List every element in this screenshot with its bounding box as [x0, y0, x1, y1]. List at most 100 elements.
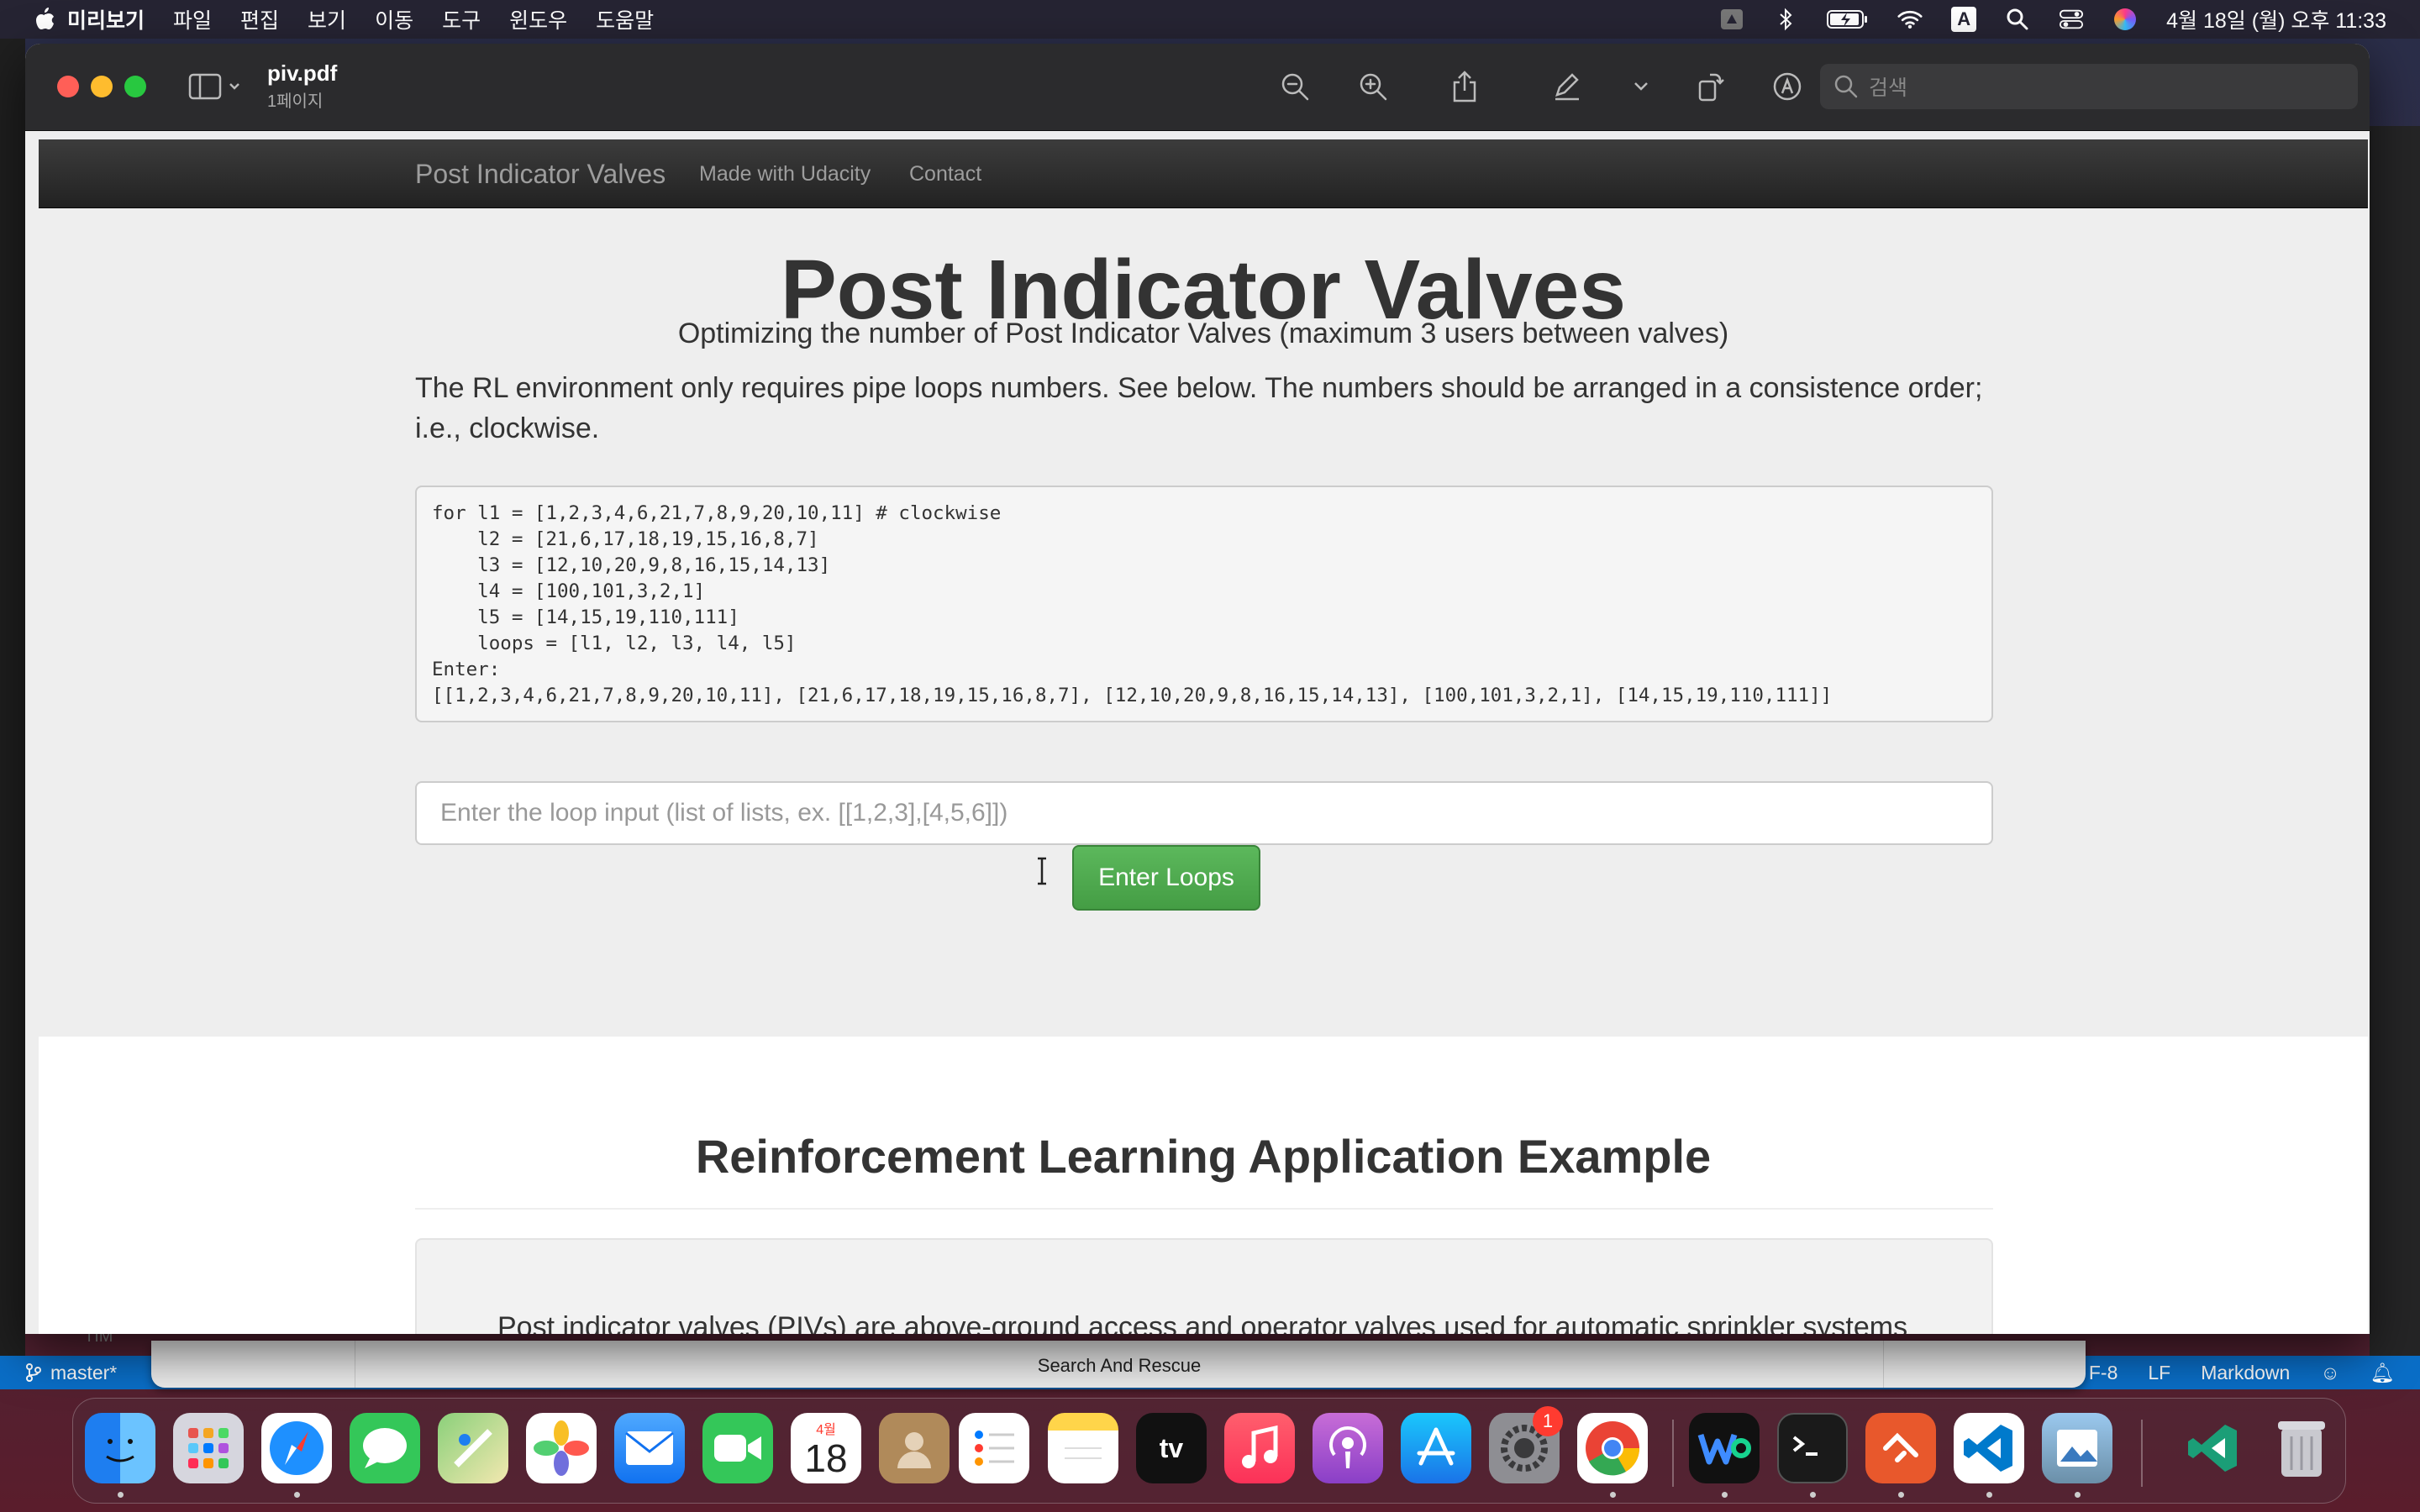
preview-window: piv.pdf 1페이지 검색 Post Indicator Valves Ma… — [25, 44, 2370, 1334]
zoom-button[interactable] — [124, 76, 146, 97]
messages-icon[interactable] — [350, 1413, 420, 1483]
reminders-icon[interactable] — [959, 1413, 1029, 1483]
language-mode-indicator[interactable]: Markdown — [2201, 1362, 2290, 1384]
section-heading: Reinforcement Learning Application Examp… — [695, 1130, 1712, 1183]
rl-example-section: Reinforcement Learning Application Examp… — [39, 1037, 2368, 1334]
trash-icon[interactable] — [2266, 1413, 2337, 1483]
calendar-day: 18 — [804, 1436, 848, 1480]
notifications-icon[interactable]: 🔔︎ — [2370, 1362, 2395, 1384]
search-icon — [1834, 75, 1858, 98]
line-ending-indicator[interactable]: LF — [2148, 1362, 2170, 1384]
zoom-out-icon[interactable] — [1276, 67, 1314, 106]
podcasts-icon[interactable] — [1313, 1413, 1383, 1483]
instructions-paragraph: The RL environment only requires pipe lo… — [415, 372, 1983, 444]
calendar-month: 4월 — [816, 1423, 836, 1437]
rotate-icon[interactable] — [1691, 67, 1729, 106]
markup-menu-chevron-icon[interactable] — [1630, 67, 1652, 106]
menu-app-name[interactable]: 미리보기 — [67, 4, 145, 34]
running-indicator-finder — [118, 1492, 124, 1498]
preview-icon[interactable] — [2042, 1413, 2112, 1483]
jumbotron: Post Indicator Valves Optimizing the num… — [39, 208, 2368, 1048]
menu-window[interactable]: 윈도우 — [509, 4, 567, 34]
code-example-block: for l1 = [1,2,3,4,6,21,7,8,9,20,10,11] #… — [415, 486, 1993, 722]
menu-view[interactable]: 보기 — [308, 4, 346, 34]
system-preferences-badge: 1 — [1533, 1406, 1563, 1436]
branch-name: master* — [50, 1361, 118, 1383]
webex-icon[interactable] — [1689, 1413, 1760, 1483]
description-well: Post indicator valves (PIVs) are above-g… — [415, 1238, 1993, 1334]
branch-indicator[interactable]: master* — [25, 1362, 117, 1384]
site-navbar: Post Indicator Valves Made with Udacity … — [39, 139, 2368, 208]
zoom-in-icon[interactable] — [1354, 67, 1392, 106]
chrome-icon[interactable] — [1577, 1413, 1648, 1483]
menubar-clock[interactable]: 4월 18일 (월) 오후 11:33 — [2166, 4, 2386, 34]
enter-loops-button[interactable]: Enter Loops — [1072, 845, 1260, 911]
running-indicator-safari — [294, 1492, 300, 1498]
search-field[interactable]: 검색 — [1820, 64, 2358, 109]
search-placeholder: 검색 — [1869, 76, 1908, 100]
app-store-icon[interactable] — [1401, 1413, 1471, 1483]
menu-bar: 미리보기 파일 편집 보기 이동 도구 윈도우 도움말 A 4월 18일 (월)… — [0, 0, 2420, 39]
vscode-icon[interactable] — [1954, 1413, 2024, 1483]
apple-tv-label: tv — [1159, 1432, 1184, 1463]
loop-input-field[interactable] — [415, 781, 1993, 845]
vscode-insiders-icon[interactable] — [2178, 1413, 2249, 1483]
wifi-icon[interactable] — [1897, 7, 1923, 32]
running-indicator-preview — [2075, 1492, 2081, 1498]
running-indicator-terminal — [1810, 1492, 1816, 1498]
menu-file[interactable]: 파일 — [173, 4, 212, 34]
mail-icon[interactable] — [614, 1413, 685, 1483]
remote-desktop-icon[interactable] — [1865, 1413, 1936, 1483]
dock-separator-right — [2141, 1420, 2143, 1487]
terminal-icon[interactable] — [1777, 1413, 1848, 1483]
contacts-icon[interactable] — [879, 1413, 950, 1483]
close-button[interactable] — [57, 76, 79, 97]
facetime-icon[interactable] — [702, 1413, 773, 1483]
background-window-bottom: Search And Rescue — [151, 1341, 2086, 1388]
menu-edit[interactable]: 편집 — [240, 4, 279, 34]
section-divider — [415, 1208, 1993, 1210]
document-page-count: 1페이지 — [267, 92, 324, 111]
menu-go[interactable]: 이동 — [375, 4, 413, 34]
markup-pen-icon[interactable] — [1548, 67, 1586, 106]
sidebar-toggle-icon[interactable] — [187, 67, 245, 106]
running-indicator-chrome — [1610, 1492, 1616, 1498]
siri-icon[interactable] — [2112, 7, 2138, 32]
apple-menu-icon[interactable] — [32, 6, 57, 33]
battery-icon[interactable] — [1827, 7, 1869, 32]
bluetooth-icon[interactable] — [1773, 7, 1798, 32]
background-window-title: Search And Rescue — [355, 1341, 1884, 1388]
calendar-icon[interactable]: 4월 18 — [791, 1413, 861, 1483]
annotate-icon[interactable] — [1768, 67, 1807, 106]
input-source-label: A — [1951, 7, 1977, 32]
finder-icon[interactable] — [85, 1413, 155, 1483]
notes-icon[interactable] — [1048, 1413, 1118, 1483]
nav-link-udacity[interactable]: Made with Udacity — [699, 139, 871, 208]
dock-separator — [1672, 1420, 1674, 1487]
spotlight-icon[interactable] — [2005, 7, 2030, 32]
window-titlebar: piv.pdf 1페이지 검색 — [25, 44, 2370, 131]
menu-help[interactable]: 도움말 — [596, 4, 654, 34]
background-editor-right — [2370, 126, 2420, 1356]
launchpad-icon[interactable] — [173, 1413, 244, 1483]
navbar-brand[interactable]: Post Indicator Valves — [415, 139, 666, 208]
feedback-icon[interactable]: ☺ — [2320, 1362, 2339, 1384]
minimize-button[interactable] — [91, 76, 113, 97]
safari-icon[interactable] — [261, 1413, 332, 1483]
music-icon[interactable] — [1224, 1413, 1295, 1483]
running-indicator-remote-desktop — [1898, 1492, 1904, 1498]
photos-icon[interactable] — [526, 1413, 597, 1483]
maps-icon[interactable] — [438, 1413, 508, 1483]
share-icon[interactable] — [1445, 67, 1484, 106]
input-source-icon[interactable]: A — [1951, 7, 1977, 32]
nav-link-contact[interactable]: Contact — [909, 139, 981, 208]
encoding-indicator[interactable]: F-8 — [2089, 1362, 2118, 1384]
apple-tv-icon[interactable]: tv — [1136, 1413, 1207, 1483]
background-editor-window — [0, 39, 25, 1356]
running-indicator-webex — [1722, 1492, 1728, 1498]
text-cursor-icon — [1038, 857, 1046, 885]
control-center-icon[interactable] — [2059, 7, 2084, 32]
code-example-text: for l1 = [1,2,3,4,6,21,7,8,9,20,10,11] #… — [432, 502, 1833, 706]
drive-icon[interactable] — [1719, 7, 1744, 32]
menu-tools[interactable]: 도구 — [442, 4, 481, 34]
